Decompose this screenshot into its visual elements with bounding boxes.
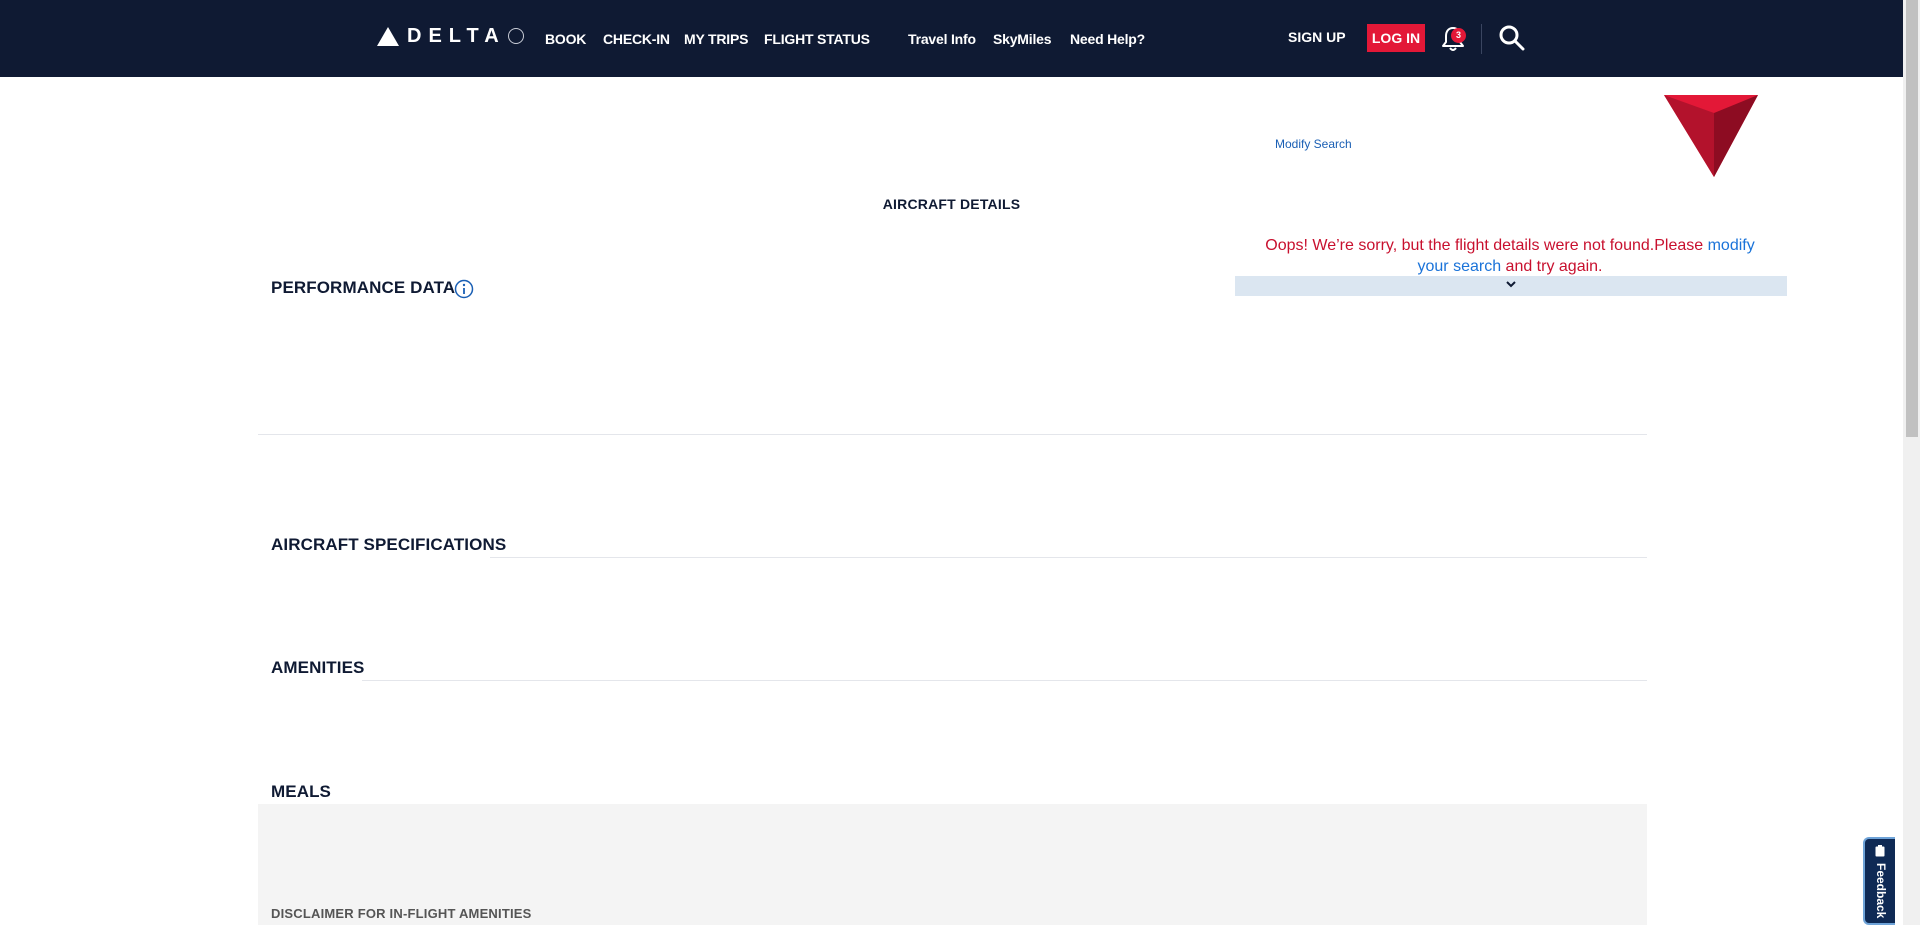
page-title: AIRCRAFT DETAILS [882,196,1021,212]
delta-widget-logo-icon [1664,95,1758,177]
details-collapse-toggle[interactable] [1235,276,1787,296]
error-message: Oops! We’re sorry, but the flight detail… [1250,235,1770,277]
section-divider [490,557,1647,558]
scrollbar-thumb[interactable] [1906,0,1918,437]
clipboard-icon [1875,845,1885,857]
nav-travel-info[interactable]: Travel Info [908,31,976,47]
nav-check-in[interactable]: CHECK-IN [603,31,670,47]
nav-need-help[interactable]: Need Help? [1070,31,1145,47]
logo-text: DELTA [407,24,506,47]
top-navigation-bar: DELTA BOOK CHECK-IN MY TRIPS FLIGHT STAT… [0,0,1903,77]
log-in-button[interactable]: LOG IN [1367,24,1425,52]
disclaimer-heading: DISCLAIMER FOR IN-FLIGHT AMENITIES [271,906,532,921]
meals-heading: MEALS [271,782,331,801]
aircraft-specifications-heading: AIRCRAFT SPECIFICATIONS [271,535,507,554]
nav-my-trips[interactable]: MY TRIPS [684,31,748,47]
chevron-down-icon [1506,281,1516,288]
section-divider [258,434,1647,435]
search-icon[interactable] [1498,24,1526,52]
globe-icon [507,28,524,44]
info-icon[interactable] [454,279,474,299]
sign-up-link[interactable]: SIGN UP [1288,29,1346,45]
delta-logo[interactable]: DELTA [377,23,524,49]
performance-data-heading: PERFORMANCE DATA [271,278,456,297]
header-divider [1481,24,1482,54]
nav-book[interactable]: BOOK [545,31,586,47]
error-text-suffix: and try again. [1501,258,1603,275]
notification-count-badge: 3 [1451,28,1466,43]
modify-search-link[interactable]: Modify Search [1275,137,1352,151]
nav-skymiles[interactable]: SkyMiles [993,31,1052,47]
amenities-heading: AMENITIES [271,658,365,677]
feedback-tab[interactable]: Feedback [1863,837,1895,925]
delta-logo-icon [377,26,399,46]
error-text: Oops! We’re sorry, but the flight detail… [1265,237,1708,254]
feedback-label: Feedback [1874,863,1888,919]
section-divider [362,680,1647,681]
nav-flight-status[interactable]: FLIGHT STATUS [764,31,870,47]
